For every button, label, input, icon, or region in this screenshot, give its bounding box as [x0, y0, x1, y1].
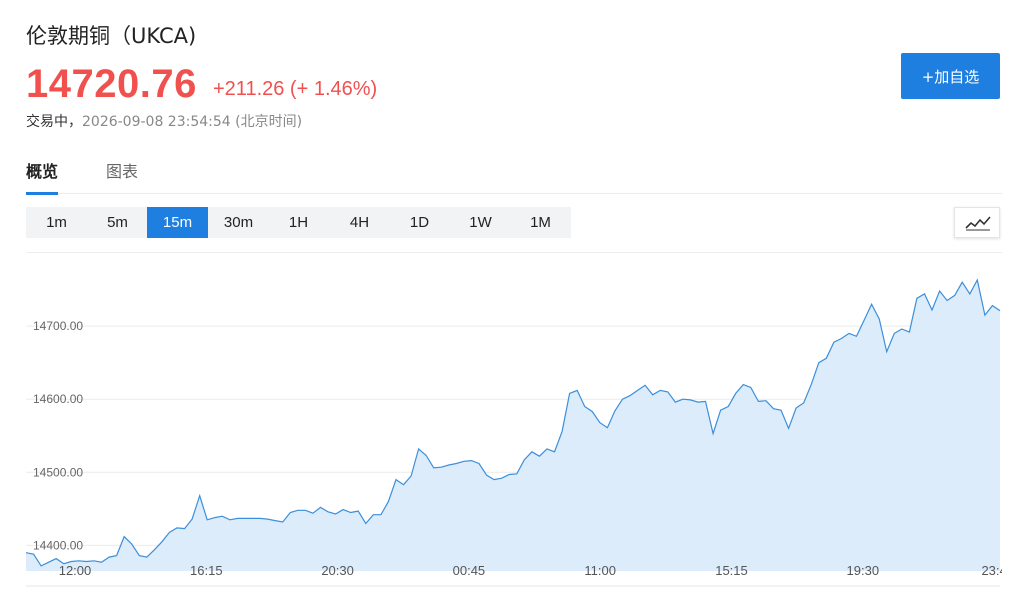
x-tick-label: 00:45: [453, 563, 486, 578]
x-tick-label: 15:15: [715, 563, 748, 578]
x-tick-label: 23:4: [981, 563, 1002, 578]
tab-bar: 概览 图表: [26, 150, 1002, 195]
trading-status: 交易中，2026-09-08 23:54:54 (北京时间): [26, 111, 302, 131]
period-5m[interactable]: 5m: [87, 207, 148, 238]
x-tick-label: 12:00: [59, 563, 92, 578]
y-tick-label: 14400.00: [33, 538, 83, 552]
add-watchlist-button[interactable]: +加自选: [901, 53, 1000, 99]
chart-type-button[interactable]: [954, 207, 1000, 238]
x-tick-label: 16:15: [190, 563, 223, 578]
price-chart[interactable]: 14400.00 14500.00 14600.00 14700.00 12:00 16:…: [26, 252, 1002, 587]
x-tick-label: 20:30: [321, 563, 354, 578]
period-1h[interactable]: 1H: [268, 207, 329, 238]
tab-chart[interactable]: 图表: [106, 158, 138, 192]
price-chart-svg: 14400.00 14500.00 14600.00 14700.00 12:00 16:…: [26, 278, 1002, 587]
period-1w[interactable]: 1W: [450, 207, 511, 238]
period-1mo[interactable]: 1M: [510, 207, 571, 238]
period-15m[interactable]: 15m: [147, 207, 208, 238]
period-1d[interactable]: 1D: [389, 207, 450, 238]
status-label: 交易中，: [26, 114, 82, 130]
y-tick-label: 14700.00: [33, 319, 83, 333]
period-30m[interactable]: 30m: [208, 207, 269, 238]
x-tick-label: 11:00: [584, 563, 616, 578]
y-tick-label: 14500.00: [33, 465, 83, 479]
period-selector: 1m 5m 15m 30m 1H 4H 1D 1W 1M: [26, 207, 571, 238]
last-price: 14720.76: [26, 62, 197, 106]
x-tick-label: 19:30: [847, 563, 880, 578]
page-title: 伦敦期铜（UKCA): [26, 24, 197, 48]
period-1m[interactable]: 1m: [26, 207, 87, 238]
tab-overview[interactable]: 概览: [26, 158, 59, 195]
price-area: [26, 280, 1000, 571]
line-chart-icon: [965, 216, 991, 231]
status-time: 2026-09-08 23:54:54 (北京时间): [82, 114, 303, 130]
y-tick-label: 14600.00: [33, 392, 83, 406]
price-change: +211.26 (+ 1.46%): [213, 78, 378, 100]
period-4h[interactable]: 4H: [329, 207, 390, 238]
